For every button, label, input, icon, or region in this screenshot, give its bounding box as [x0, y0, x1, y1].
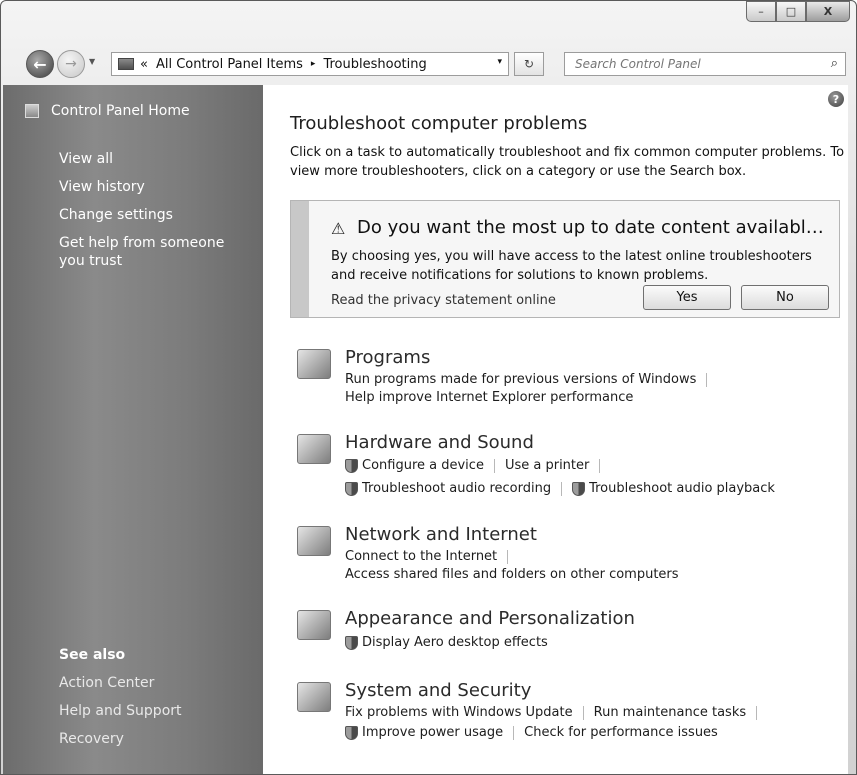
- hardware-task-row-2: Troubleshoot audio recording Troubleshoo…: [345, 481, 775, 496]
- page-title: Troubleshoot computer problems: [290, 113, 588, 134]
- shield-icon: [345, 481, 358, 496]
- system-and-security-icon[interactable]: [297, 682, 331, 712]
- control-panel-home-label: Control Panel Home: [51, 103, 190, 119]
- appearance-task-row-1: Display Aero desktop effects: [345, 635, 548, 650]
- update-content-banner: ⚠ Do you want the most up to date conten…: [290, 200, 840, 318]
- task-connect-to-internet[interactable]: Connect to the Internet: [345, 549, 497, 564]
- system-task-row-1: Fix problems with Windows Update Run mai…: [345, 705, 767, 720]
- hardware-and-sound-icon[interactable]: [297, 434, 331, 464]
- category-title-system-and-security[interactable]: System and Security: [345, 680, 531, 701]
- banner-description: By choosing yes, you will have access to…: [331, 249, 812, 283]
- control-panel-window: – □ X ← → ▼ « All Control Panel Items ▸ …: [0, 0, 857, 775]
- shield-icon: [345, 635, 358, 650]
- appearance-and-personalization-icon[interactable]: [297, 610, 331, 640]
- intro-text: Click on a task to automatically trouble…: [290, 145, 845, 179]
- programs-task-row-1: Run programs made for previous versions …: [345, 372, 717, 387]
- task-divider: [756, 705, 758, 720]
- main-content: ? Troubleshoot computer problems Click o…: [263, 85, 848, 774]
- task-divider: [561, 481, 563, 496]
- task-divider: [493, 458, 495, 473]
- programs-icon[interactable]: [297, 349, 331, 379]
- refresh-button[interactable]: ↻: [514, 52, 544, 76]
- sidebar-link-get-help[interactable]: Get help from someone you trust: [59, 234, 244, 270]
- search-icon[interactable]: ⌕: [831, 56, 838, 71]
- hardware-task-row-1: Configure a device Use a printer: [345, 458, 610, 473]
- programs-task-row-2: Help improve Internet Explorer performan…: [345, 390, 633, 405]
- category-title-appearance-and-personalization[interactable]: Appearance and Personalization: [345, 608, 635, 629]
- task-divider: [507, 549, 509, 564]
- minimize-button[interactable]: –: [746, 1, 776, 22]
- see-also-section: See also Action Center Help and Support …: [59, 641, 182, 753]
- banner-accent-bar: [291, 201, 309, 317]
- task-run-older-programs[interactable]: Run programs made for previous versions …: [345, 372, 696, 387]
- breadcrumb-all-control-panel-items[interactable]: All Control Panel Items: [156, 57, 311, 72]
- network-task-row-2: Access shared files and folders on other…: [345, 567, 679, 582]
- sidebar-link-change-settings[interactable]: Change settings: [59, 201, 244, 229]
- privacy-statement-link[interactable]: Read the privacy statement online: [331, 293, 556, 308]
- control-panel-icon: [118, 58, 134, 70]
- sidebar-link-view-all[interactable]: View all: [59, 145, 244, 173]
- sidebar-links: View all View history Change settings Ge…: [59, 145, 244, 270]
- recent-pages-dropdown-icon[interactable]: ▼: [89, 57, 95, 66]
- category-title-hardware-and-sound[interactable]: Hardware and Sound: [345, 432, 534, 453]
- task-configure-device[interactable]: Configure a device: [362, 458, 484, 473]
- system-task-row-2: Improve power usage Check for performanc…: [345, 725, 718, 740]
- task-troubleshoot-audio-playback[interactable]: Troubleshoot audio playback: [589, 481, 775, 496]
- address-root-chevron[interactable]: «: [140, 57, 156, 72]
- network-task-row-1: Connect to the Internet: [345, 549, 518, 564]
- back-arrow-icon: ←: [33, 54, 47, 74]
- task-improve-ie-performance[interactable]: Help improve Internet Explorer performan…: [345, 390, 633, 405]
- refresh-icon: ↻: [523, 57, 535, 71]
- yes-button[interactable]: Yes: [643, 285, 731, 310]
- title-bar: – □ X: [1, 1, 856, 41]
- breadcrumb-troubleshooting[interactable]: Troubleshooting: [323, 57, 434, 72]
- task-divider: [513, 725, 515, 740]
- network-and-internet-icon[interactable]: [297, 526, 331, 556]
- shield-icon: [345, 458, 358, 473]
- control-panel-home-link[interactable]: Control Panel Home: [25, 103, 190, 119]
- see-also-action-center[interactable]: Action Center: [59, 669, 182, 697]
- maximize-button[interactable]: □: [776, 1, 806, 22]
- task-display-aero-effects[interactable]: Display Aero desktop effects: [362, 635, 548, 650]
- category-title-programs[interactable]: Programs: [345, 347, 430, 368]
- navigation-bar: ← → ▼ « All Control Panel Items ▸ Troubl…: [1, 41, 856, 85]
- address-bar[interactable]: « All Control Panel Items ▸ Troubleshoot…: [111, 52, 509, 76]
- see-also-header: See also: [59, 647, 126, 663]
- forward-button[interactable]: →: [57, 50, 85, 78]
- task-divider: [706, 372, 708, 387]
- task-divider: [599, 458, 601, 473]
- sidebar-link-view-history[interactable]: View history: [59, 173, 244, 201]
- shield-icon: [345, 725, 358, 740]
- see-also-help-and-support[interactable]: Help and Support: [59, 697, 182, 725]
- sidebar: Control Panel Home View all View history…: [3, 85, 263, 774]
- see-also-recovery[interactable]: Recovery: [59, 725, 182, 753]
- back-button[interactable]: ←: [26, 50, 54, 78]
- breadcrumb-separator-icon[interactable]: ▸: [311, 59, 324, 69]
- no-button[interactable]: No: [741, 285, 829, 310]
- task-check-performance-issues[interactable]: Check for performance issues: [524, 725, 718, 740]
- warning-icon: ⚠: [331, 219, 346, 238]
- task-troubleshoot-audio-recording[interactable]: Troubleshoot audio recording: [362, 481, 551, 496]
- category-title-network-and-internet[interactable]: Network and Internet: [345, 524, 537, 545]
- forward-arrow-icon: →: [65, 56, 77, 72]
- shield-icon: [572, 481, 586, 496]
- help-icon[interactable]: ?: [828, 91, 844, 107]
- task-use-printer[interactable]: Use a printer: [505, 458, 589, 473]
- address-dropdown-icon[interactable]: ▾: [497, 57, 502, 67]
- task-fix-windows-update[interactable]: Fix problems with Windows Update: [345, 705, 573, 720]
- close-button[interactable]: X: [806, 1, 850, 22]
- banner-question: Do you want the most up to date content …: [357, 217, 833, 238]
- task-divider: [582, 705, 584, 720]
- control-panel-home-icon: [25, 104, 39, 118]
- window-controls: – □ X: [746, 1, 850, 22]
- task-access-shared-files[interactable]: Access shared files and folders on other…: [345, 567, 679, 582]
- search-box[interactable]: ⌕: [564, 52, 846, 76]
- task-improve-power-usage[interactable]: Improve power usage: [362, 725, 503, 740]
- search-input[interactable]: [573, 56, 817, 72]
- task-run-maintenance[interactable]: Run maintenance tasks: [594, 705, 747, 720]
